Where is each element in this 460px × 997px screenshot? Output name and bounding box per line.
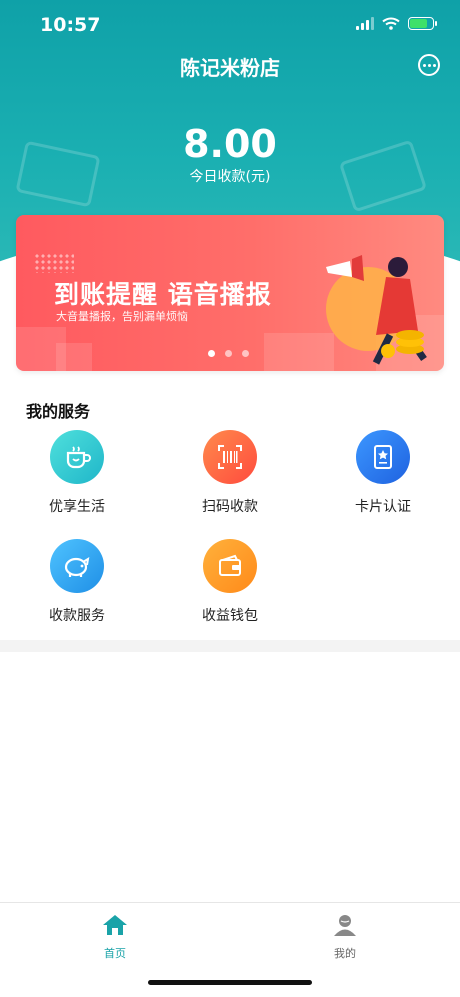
pager-dot[interactable] bbox=[208, 350, 215, 357]
coffee-cup-icon bbox=[50, 430, 104, 484]
page-title: 陈记米粉店 bbox=[180, 56, 280, 80]
tab-home[interactable]: 首页 bbox=[65, 913, 165, 961]
tab-mine[interactable]: 我的 bbox=[295, 913, 395, 961]
announcer-illustration-icon bbox=[326, 255, 427, 365]
wallet-icon bbox=[203, 539, 257, 593]
profile-icon bbox=[334, 915, 356, 936]
tab-label: 我的 bbox=[334, 947, 356, 960]
section-divider bbox=[0, 640, 460, 652]
tab-label: 首页 bbox=[104, 947, 126, 960]
service-label: 扫码收款 bbox=[202, 499, 258, 515]
card-star-icon bbox=[356, 430, 410, 484]
pager-dot[interactable] bbox=[225, 350, 232, 357]
message-button[interactable] bbox=[418, 54, 440, 76]
pager-dot[interactable] bbox=[242, 350, 249, 357]
barcode-scan-icon bbox=[203, 430, 257, 484]
service-label: 优享生活 bbox=[49, 499, 105, 515]
banner-subtitle: 大音量播报，告别漏单烦恼 bbox=[56, 310, 188, 323]
service-label: 收款服务 bbox=[49, 608, 105, 624]
service-item-earnings-wallet[interactable]: 收益钱包 bbox=[170, 539, 290, 625]
services-title: 我的服务 bbox=[26, 402, 91, 421]
service-item-card-verify[interactable]: 卡片认证 bbox=[323, 430, 443, 516]
service-label: 卡片认证 bbox=[355, 499, 411, 515]
service-item-scan-collect[interactable]: 扫码收款 bbox=[170, 430, 290, 516]
today-amount-label: 今日收款(元) bbox=[189, 169, 271, 185]
today-amount: 8.00 bbox=[183, 122, 277, 166]
home-indicator bbox=[148, 980, 312, 985]
service-item-collect-service[interactable]: 收款服务 bbox=[17, 539, 137, 625]
service-item-youxiang-life[interactable]: 优享生活 bbox=[17, 430, 137, 516]
status-time: 10:57 bbox=[40, 14, 101, 36]
piggy-bank-icon bbox=[50, 539, 104, 593]
dots-decoration bbox=[34, 253, 74, 273]
wifi-icon bbox=[382, 17, 400, 30]
banner-pager[interactable] bbox=[208, 350, 249, 357]
signal-icon bbox=[356, 16, 374, 30]
banner-title: 到账提醒 语音播报 bbox=[54, 280, 272, 309]
battery-icon bbox=[408, 16, 437, 30]
service-label: 收益钱包 bbox=[202, 608, 258, 624]
home-icon bbox=[103, 915, 127, 935]
status-bar: 10:57 bbox=[0, 0, 460, 48]
promo-banner[interactable]: 到账提醒 语音播报 大音量播报，告别漏单烦恼 bbox=[16, 215, 444, 371]
